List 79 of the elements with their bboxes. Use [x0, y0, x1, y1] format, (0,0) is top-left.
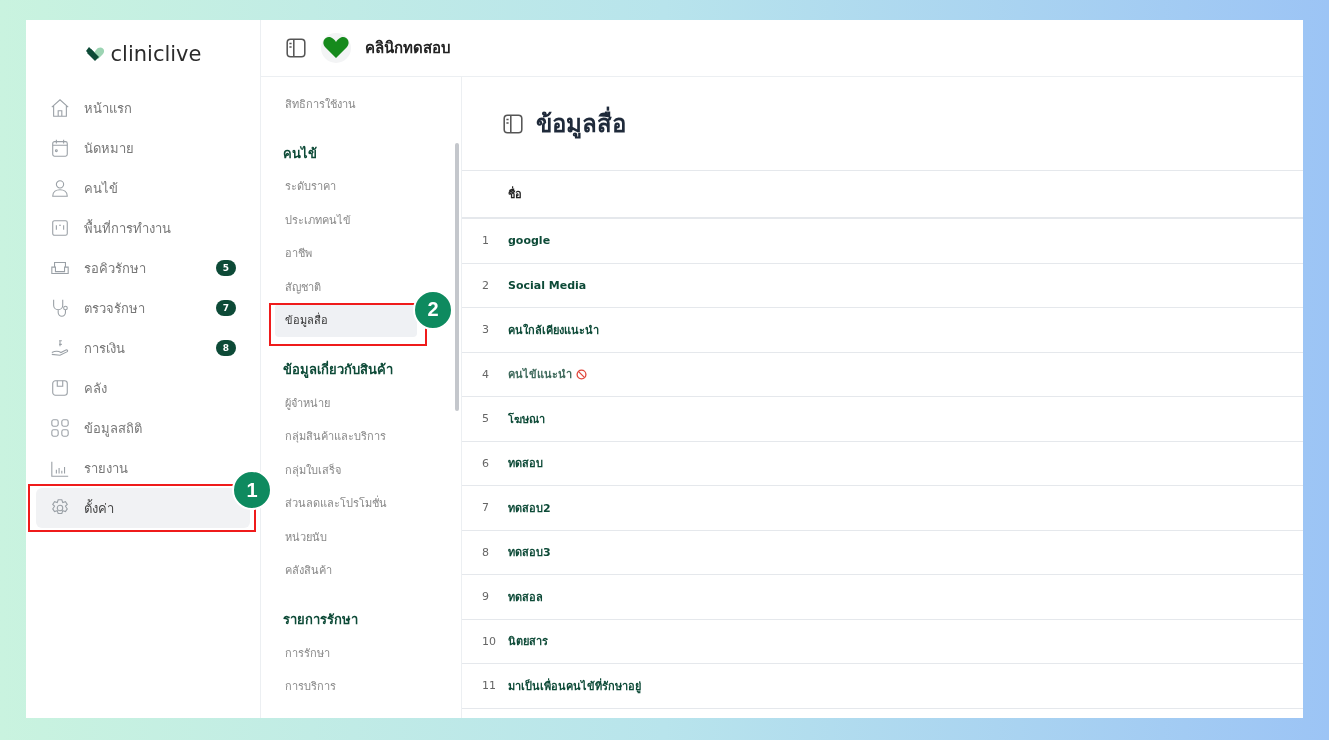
media-name[interactable]: มาเป็นเพื่อนคนไข้ที่รักษาอยู่ [508, 676, 641, 695]
row-number: 2 [481, 278, 490, 292]
calendar-icon [50, 138, 70, 158]
row-number: 7 [481, 501, 490, 515]
grid-icon [50, 418, 70, 438]
settings-menu-item[interactable]: ข้อมูลสื่อ [275, 303, 417, 337]
app-logo: cliniclive [110, 42, 202, 66]
nav-item[interactable]: รอคิวรักษา 5 [36, 248, 250, 288]
panel-icon [502, 112, 524, 135]
row-number: 1 [481, 234, 490, 248]
settings-menu-item[interactable]: การบริการ [275, 669, 417, 703]
workspace-icon [50, 218, 70, 238]
clinic-name: คลินิกทดสอบ [365, 38, 451, 59]
row-number: 10 [481, 634, 497, 648]
row-number: 3 [481, 323, 490, 337]
nav-label: พื้นที่การทำงาน [84, 218, 172, 238]
nav-label: การเงิน [84, 339, 126, 358]
media-name[interactable]: ทดสอบ2 [508, 498, 551, 517]
nav-item[interactable]: นัดหมาย [36, 128, 250, 168]
nav-label: ข้อมูลสถิติ [84, 419, 143, 439]
nav-label: รอคิวรักษา [84, 259, 147, 278]
settings-menu-item[interactable]: ผู้จำหน่าย [275, 386, 417, 420]
nav-label: ตั้งค่า [84, 498, 115, 518]
section-heading: รายการรักษา [283, 611, 359, 629]
settings-menu-item[interactable]: ประเภทคนไข้ [275, 203, 417, 237]
nav-label: นัดหมาย [84, 139, 135, 158]
sidebar-toggle-icon[interactable] [285, 37, 307, 59]
settings-menu-item[interactable]: กลุ่มใบเสร็จ [275, 453, 417, 487]
nav-item[interactable]: คนไข้ [36, 168, 250, 208]
settings-menu-item[interactable]: ส่วนลดและโปรโมชั่น [275, 486, 417, 520]
section-heading: ข้อมูลเกี่ยวกับสินค้า [283, 359, 394, 380]
section-heading: คนไข้ [283, 144, 318, 163]
count-badge: 5 [216, 260, 236, 276]
settings-menu-item[interactable]: คลังสินค้า [275, 553, 417, 587]
media-name[interactable]: นิตยสาร [508, 632, 548, 651]
nav-label: หน้าแรก [84, 99, 133, 118]
media-name[interactable]: คนใกล้เคียงแนะนำ [508, 320, 599, 339]
logo-icon [84, 46, 107, 62]
settings-menu-item[interactable]: กลุ่มสินค้าและบริการ [275, 419, 417, 453]
nav-item[interactable]: หน้าแรก [36, 88, 250, 128]
page-title: ข้อมูลสื่อ [536, 104, 626, 143]
row-number: 11 [481, 679, 497, 693]
media-name[interactable]: ทดสอบ [508, 454, 543, 473]
nav-item[interactable]: ข้อมูลสถิติ [36, 408, 250, 448]
column-header: ชื่อ [508, 185, 522, 203]
settings-menu-item[interactable]: หน่วยนับ [275, 520, 417, 554]
media-name[interactable]: โฆษณา [508, 409, 545, 428]
nav-label: รายงาน [84, 459, 129, 478]
media-name[interactable]: ทดสอบ3 [508, 543, 551, 562]
step-callout: 1 [232, 470, 272, 510]
user-icon [50, 178, 70, 198]
row-number: 9 [481, 590, 490, 604]
step-callout: 2 [413, 289, 453, 330]
media-name[interactable]: google [508, 234, 551, 248]
row-number: 5 [481, 412, 490, 426]
row-number: 6 [481, 456, 490, 470]
settings-menu-item[interactable]: อาชีพ [275, 236, 417, 270]
prohibited-icon [576, 368, 587, 380]
row-number: 8 [481, 545, 490, 559]
count-badge: 7 [216, 300, 236, 316]
settings-menu-item[interactable]: การรักษา [275, 636, 417, 670]
nav-label: ตรวจรักษา [84, 299, 146, 318]
nav-label: คลัง [84, 379, 108, 398]
settings-menu-item[interactable]: ระดับราคา [275, 169, 417, 203]
media-name[interactable]: Social Media [508, 278, 587, 292]
nav-item[interactable]: การเงิน 8 [36, 328, 250, 368]
nav-item[interactable]: คลัง [36, 368, 250, 408]
home-icon [50, 98, 70, 118]
settings-menu-item[interactable]: สิทธิการใช้งาน [275, 87, 417, 121]
scrollbar[interactable] [455, 143, 459, 411]
media-name[interactable]: ทดสอล [508, 587, 543, 606]
money-icon [50, 338, 70, 358]
nav-item[interactable]: พื้นที่การทำงาน [36, 208, 250, 248]
stethoscope-icon [50, 298, 70, 318]
count-badge: 8 [216, 340, 236, 356]
row-number: 4 [481, 367, 490, 381]
nav-label: คนไข้ [84, 179, 119, 198]
box-icon [50, 378, 70, 398]
nav-item[interactable]: ตรวจรักษา 7 [36, 288, 250, 328]
